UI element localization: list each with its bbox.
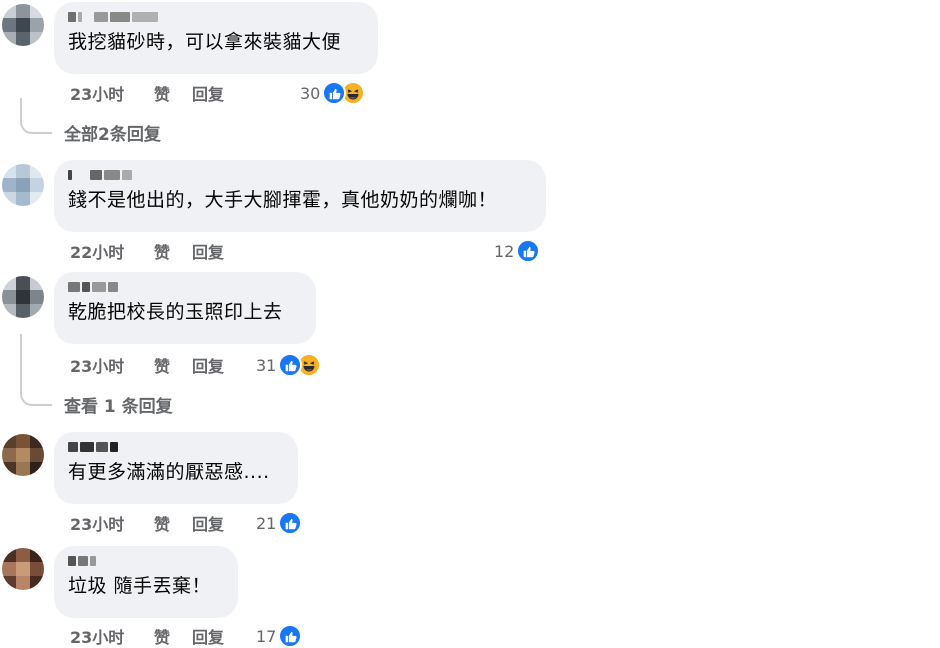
- comment-list: 我挖貓砂時，可以拿來裝貓大便 23小时 赞 回复 30 全部2条回复 錢不是他出…: [0, 0, 940, 648]
- thumbs-up-icon: [278, 624, 303, 648]
- like-button[interactable]: 赞: [154, 624, 192, 648]
- avatar[interactable]: [2, 164, 44, 206]
- comment-time[interactable]: 23小时: [70, 81, 154, 105]
- avatar[interactable]: [2, 548, 44, 590]
- comment-bubble: 乾脆把校長的玉照印上去: [54, 272, 316, 344]
- comment-actions: 23小时 赞 回复: [70, 511, 232, 535]
- reaction-summary[interactable]: 30: [300, 80, 366, 106]
- comment-bubble: 垃圾 隨手丟棄！: [54, 546, 238, 618]
- reply-button[interactable]: 回复: [192, 353, 232, 377]
- comment-actions: 23小时 赞 回复: [70, 81, 232, 105]
- view-replies-link[interactable]: 查看 1 条回复: [64, 392, 173, 417]
- comment-bubble: 我挖貓砂時，可以拿來裝貓大便: [54, 2, 378, 74]
- view-replies-link[interactable]: 全部2条回复: [64, 120, 161, 145]
- reaction-count: 12: [494, 241, 515, 261]
- reaction-count: 21: [256, 513, 277, 533]
- comment-actions: 22小时 赞 回复: [70, 239, 232, 263]
- reaction-summary[interactable]: 21: [256, 510, 303, 536]
- reply-button[interactable]: 回复: [192, 624, 232, 648]
- thread-connector: [20, 334, 52, 406]
- thumbs-up-icon: [278, 511, 303, 535]
- comment-actions: 23小时 赞 回复: [70, 353, 232, 377]
- comment-time[interactable]: 23小时: [70, 353, 154, 377]
- comment-time[interactable]: 23小时: [70, 511, 154, 535]
- avatar[interactable]: [2, 276, 44, 318]
- reply-button[interactable]: 回复: [192, 511, 232, 535]
- comment-actions: 23小时 赞 回复: [70, 624, 232, 648]
- comment-text: 乾脆把校長的玉照印上去: [68, 301, 283, 323]
- author-name-blurred[interactable]: [68, 280, 300, 293]
- comment-text: 錢不是他出的，大手大腳揮霍，真他奶奶的爛咖！: [68, 189, 498, 211]
- like-button[interactable]: 赞: [154, 239, 192, 263]
- comment-text: 有更多滿滿的厭惡感....: [68, 461, 270, 483]
- comment-bubble: 錢不是他出的，大手大腳揮霍，真他奶奶的爛咖！: [54, 160, 546, 232]
- author-name-blurred[interactable]: [68, 168, 530, 181]
- thumbs-up-icon: [516, 239, 541, 263]
- comment-bubble: 有更多滿滿的厭惡感....: [54, 432, 298, 504]
- author-name-blurred[interactable]: [68, 440, 282, 453]
- author-name-blurred[interactable]: [68, 554, 222, 567]
- reaction-count: 17: [256, 626, 277, 646]
- like-button[interactable]: 赞: [154, 81, 192, 105]
- reply-button[interactable]: 回复: [192, 81, 232, 105]
- like-button[interactable]: 赞: [154, 353, 192, 377]
- author-name-blurred[interactable]: [68, 10, 362, 23]
- reaction-summary[interactable]: 17: [256, 623, 303, 648]
- thread-connector: [20, 98, 52, 134]
- comment-time[interactable]: 22小时: [70, 239, 154, 263]
- like-button[interactable]: 赞: [154, 511, 192, 535]
- reaction-count: 30: [300, 83, 321, 103]
- reaction-count: 31: [256, 355, 277, 375]
- comment-text: 垃圾 隨手丟棄！: [68, 575, 212, 597]
- comment-time[interactable]: 23小时: [70, 624, 154, 648]
- reaction-summary[interactable]: 31: [256, 352, 322, 378]
- reaction-summary[interactable]: 12: [494, 238, 541, 264]
- avatar[interactable]: [2, 4, 44, 46]
- avatar[interactable]: [2, 434, 44, 476]
- reply-button[interactable]: 回复: [192, 239, 232, 263]
- comment-text: 我挖貓砂時，可以拿來裝貓大便: [68, 31, 342, 53]
